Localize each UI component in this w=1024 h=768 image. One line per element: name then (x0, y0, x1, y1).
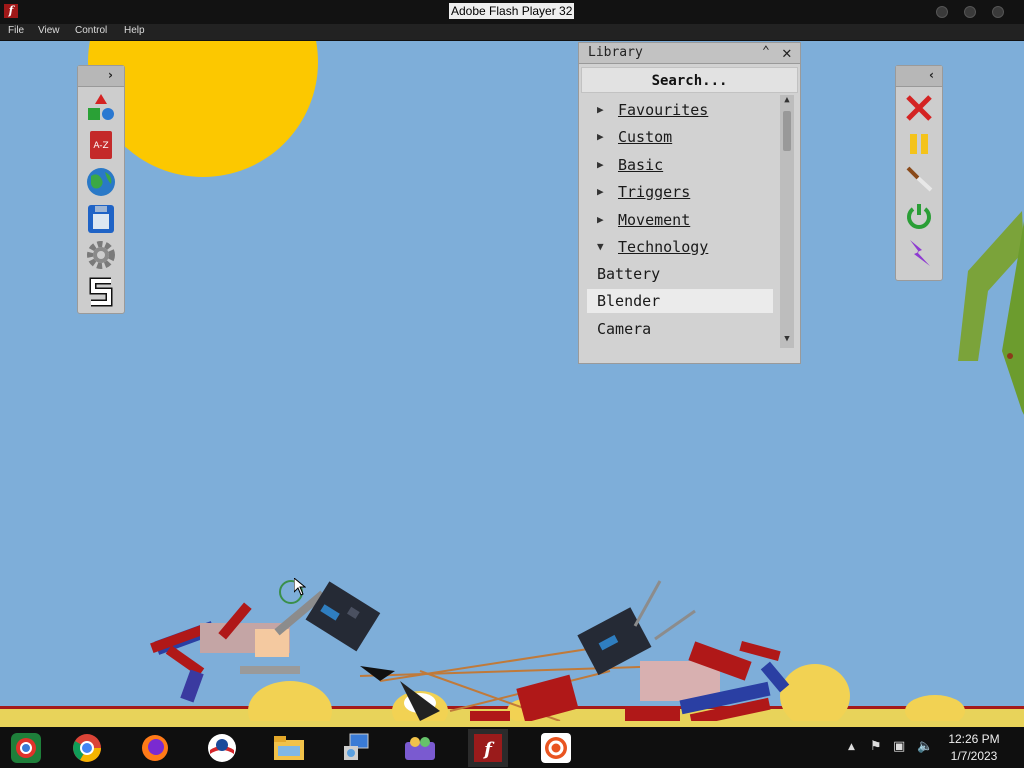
shapes-icon[interactable] (84, 91, 118, 125)
left-toolbar-header: › (78, 66, 124, 87)
tree (958, 211, 1024, 415)
close-library-icon[interactable]: ✕ (782, 43, 792, 62)
library-item-camera[interactable]: Camera (587, 317, 773, 341)
library-list: ▶ Favourites ▶ Custom ▶ Basic ▶ Triggers… (581, 95, 775, 353)
close-button[interactable] (992, 6, 1004, 18)
chevron-up-icon[interactable]: ▲ (848, 742, 855, 752)
library-title: Library (588, 45, 643, 60)
category-custom[interactable]: ▶ Custom (581, 124, 775, 151)
library-item-battery[interactable]: Battery (587, 262, 773, 286)
menu-help[interactable]: Help (124, 25, 145, 36)
pause-icon[interactable] (902, 127, 936, 161)
file-explorer-icon[interactable] (269, 729, 309, 767)
category-triggers[interactable]: ▶ Triggers (581, 179, 775, 206)
svg-text:A-Z: A-Z (93, 141, 108, 151)
menu-control[interactable]: Control (75, 25, 107, 36)
caret-right-icon: ▶ (597, 158, 604, 171)
menu-view[interactable]: View (38, 25, 60, 36)
lightning-icon[interactable] (902, 236, 936, 270)
save-icon[interactable] (84, 202, 118, 236)
knife-icon[interactable] (902, 162, 936, 196)
network-people-icon[interactable] (400, 729, 440, 767)
menu-bar: File View Control Help (0, 24, 1024, 41)
menu-file[interactable]: File (8, 25, 24, 36)
library-search-input[interactable]: Search... (581, 67, 798, 93)
scroll-up-icon[interactable]: ▲ (780, 95, 794, 109)
right-toolbar: ‹ (895, 65, 943, 281)
volume-icon[interactable]: 🔈 (917, 739, 933, 754)
chrome-icon[interactable] (67, 729, 107, 767)
window-title: Adobe Flash Player 32 (449, 3, 575, 19)
world-icon[interactable] (84, 165, 118, 199)
chevron-right-icon[interactable]: › (108, 68, 113, 82)
category-basic[interactable]: ▶ Basic (581, 152, 775, 179)
library-item-blender[interactable]: Blender (587, 289, 773, 313)
scroll-down-icon[interactable]: ▼ (780, 334, 794, 348)
mouse-cursor-icon (294, 578, 306, 596)
window-titlebar: f Adobe Flash Player 32 (0, 0, 1024, 24)
snap-icon[interactable] (84, 275, 118, 309)
flash-icon[interactable]: f (468, 729, 508, 767)
clock-date: 1/7/2023 (950, 749, 998, 763)
power-icon[interactable] (902, 199, 936, 233)
game-stage[interactable] (0, 41, 1024, 727)
maximize-button[interactable] (964, 6, 976, 18)
right-toolbar-header: ‹ (896, 66, 942, 87)
obama-icon[interactable] (202, 729, 242, 767)
network-icon[interactable]: ▣ (893, 739, 905, 754)
wreckage-scene (150, 580, 965, 721)
library-scrollbar[interactable]: ▲ ▼ (780, 95, 794, 348)
caret-right-icon: ▶ (597, 130, 604, 143)
firefox-icon[interactable] (135, 729, 175, 767)
collapse-library-icon[interactable]: ⌃ (762, 44, 770, 59)
taskbar: f ▲ ⚑ ▣ 🔈 12:26 PM 1/7/2023 (0, 727, 1024, 768)
caret-right-icon: ▶ (597, 213, 604, 226)
system-clock[interactable]: 12:26 PM 1/7/2023 (944, 731, 1004, 765)
caret-down-icon: ▼ (597, 240, 604, 253)
control-panel-icon[interactable] (336, 729, 376, 767)
settings-icon[interactable] (84, 238, 118, 272)
category-movement[interactable]: ▶ Movement (581, 207, 775, 234)
category-favourites[interactable]: ▶ Favourites (581, 97, 775, 124)
flag-icon[interactable]: ⚑ (870, 739, 882, 754)
minimize-button[interactable] (936, 6, 948, 18)
left-toolbar: › A-Z (77, 65, 125, 314)
library-header: Library ⌃ ✕ (579, 43, 800, 64)
library-panel: Library ⌃ ✕ Search... ▶ Favourites ▶ Cus… (578, 42, 801, 364)
flash-app-icon: f (4, 4, 18, 18)
caret-right-icon: ▶ (597, 103, 604, 116)
category-technology[interactable]: ▼ Technology (581, 234, 775, 261)
text-icon[interactable]: A-Z (84, 128, 118, 162)
ubuntu-icon[interactable] (536, 729, 576, 767)
delete-icon[interactable] (902, 91, 936, 125)
scrollbar-thumb[interactable] (783, 111, 791, 151)
caret-right-icon: ▶ (597, 185, 604, 198)
chrome-os-icon[interactable] (6, 729, 46, 767)
clock-time: 12:26 PM (948, 732, 1000, 746)
chevron-left-icon[interactable]: ‹ (929, 68, 934, 82)
